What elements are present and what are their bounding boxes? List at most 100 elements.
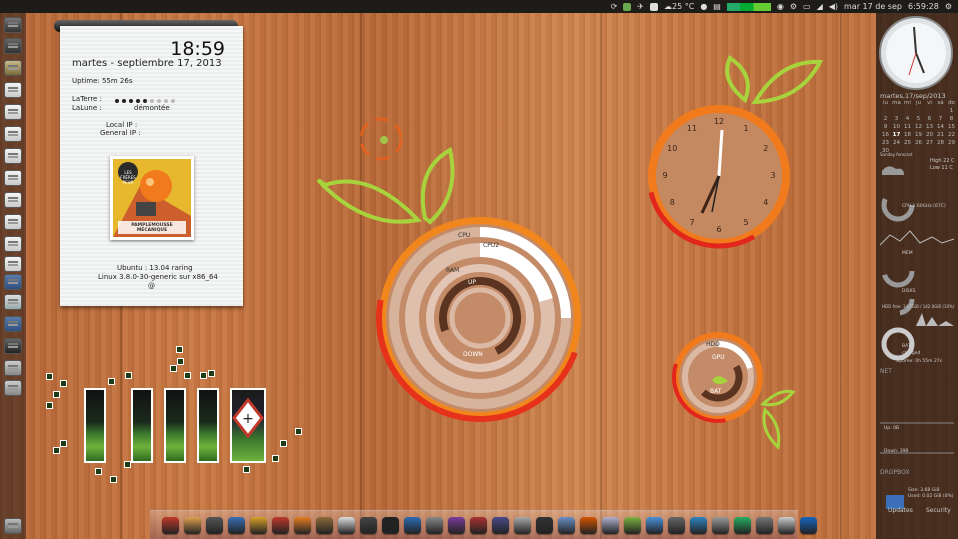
android-icon[interactable]	[624, 516, 641, 534]
dropbox-size: Size: 3.68 GiB	[908, 488, 940, 493]
cpu-gauge-label: CPU	[458, 232, 471, 239]
calendar-day[interactable]: 9	[880, 124, 891, 130]
analog-clock-orange	[646, 55, 824, 249]
sidebar-uptime: Uptime: 0h 55m 27s	[896, 359, 943, 364]
svg-text:+: +	[242, 411, 254, 427]
calendar-day[interactable]: 23	[880, 140, 891, 146]
monitor-icon[interactable]	[206, 516, 223, 534]
calendar-day[interactable]: 18	[902, 132, 913, 138]
firefox-icon[interactable]	[294, 516, 311, 534]
calendar-day[interactable]: 7	[935, 116, 946, 122]
calendar-day[interactable]: 5	[913, 116, 924, 122]
sidebar-date: martes,17/sep/2013	[880, 92, 946, 100]
game-icon[interactable]	[514, 516, 531, 534]
hdd-gauge-label: HDD	[706, 341, 720, 348]
down-gauge-label: DOWN	[463, 351, 483, 358]
system-gauge	[316, 146, 584, 422]
folder-icon[interactable]	[580, 516, 597, 534]
calendar-day[interactable]: 2	[880, 116, 891, 122]
gear-icon[interactable]	[756, 516, 773, 534]
alien-icon[interactable]	[470, 516, 487, 534]
calendar-day[interactable]: 17	[891, 132, 902, 138]
cpu-stat: CPU 1.60GHz [67C]	[902, 204, 946, 209]
hdd-free: HDD free: 14.7GiB / 142.0GiB (10%)	[882, 304, 955, 309]
cloud-icon[interactable]	[338, 516, 355, 534]
photo-strip	[131, 388, 153, 463]
system-sidebar: martes,17/sep/2013 lu ma mi ju vi sá do 1 2 3 4 5 6 7…	[876, 13, 958, 539]
box-icon[interactable]	[228, 516, 245, 534]
calendar-day[interactable]: 26	[913, 140, 924, 146]
hardware-icon[interactable]	[492, 516, 509, 534]
paint-icon[interactable]	[602, 516, 619, 534]
calendar-day[interactable]: 12	[913, 124, 924, 130]
calendar-day[interactable]: 10	[891, 124, 902, 130]
clock-numeral: 7	[689, 217, 695, 227]
opera-icon[interactable]	[272, 516, 289, 534]
network-icon[interactable]	[712, 516, 729, 534]
calendar-weekday: ma	[892, 100, 901, 106]
plugin-icon[interactable]	[250, 516, 267, 534]
webcam-icon[interactable]	[536, 516, 553, 534]
power-icon[interactable]	[800, 516, 817, 534]
bat-stat: BAT	[902, 344, 911, 349]
calendar-day[interactable]: 11	[902, 124, 913, 130]
net-up: Up: 0B	[884, 426, 900, 431]
screen-icon[interactable]	[690, 516, 707, 534]
calendar-day[interactable]: 20	[924, 132, 935, 138]
calendar-day[interactable]: 27	[924, 140, 935, 146]
grid-icon[interactable]	[184, 516, 201, 534]
calendar-day[interactable]: 1	[946, 108, 957, 114]
bottle-icon[interactable]	[426, 516, 443, 534]
pidgin-icon[interactable]	[448, 516, 465, 534]
clock-numeral: 8	[669, 198, 675, 207]
clock-numeral: 4	[763, 198, 769, 207]
calendar-day[interactable]: 13	[924, 124, 935, 130]
security-label: Security	[926, 507, 951, 514]
clock-numeral: 9	[662, 171, 668, 180]
calendar-day[interactable]: 24	[891, 140, 902, 146]
disc-icon[interactable]	[778, 516, 795, 534]
calendar-day[interactable]: 15	[946, 124, 957, 130]
road-sign-icon: +	[232, 397, 264, 439]
calendar-day[interactable]: 25	[902, 140, 913, 146]
calendar-day[interactable]: 4	[902, 116, 913, 122]
app-icon[interactable]	[162, 516, 179, 534]
bat-state: charged	[902, 351, 921, 356]
calendar-weekday: lu	[882, 100, 888, 106]
search-icon[interactable]	[646, 516, 663, 534]
calendar-day[interactable]: 6	[924, 116, 935, 122]
hdd-gauge	[672, 331, 796, 450]
calendar-day[interactable]: 21	[935, 132, 946, 138]
net-title: NET	[880, 368, 892, 375]
terminal-icon[interactable]	[382, 516, 399, 534]
swirl-icon[interactable]	[404, 516, 421, 534]
calendar-day[interactable]: 14	[935, 124, 946, 130]
mini-orange-widget	[359, 117, 403, 161]
calendar-weekday: mi	[904, 100, 911, 106]
photo-strip: +	[230, 388, 266, 463]
calendar-weekday: ju	[915, 100, 921, 106]
calendar-day[interactable]: 16	[880, 132, 891, 138]
chat-icon[interactable]	[360, 516, 377, 534]
mem-stat: MEM	[902, 251, 913, 256]
calendar-day[interactable]: 19	[913, 132, 924, 138]
weather-high: High 22 C	[930, 158, 955, 164]
disks-stat: DISKS	[902, 289, 916, 294]
calendar-day[interactable]: 22	[946, 132, 957, 138]
calendar-day[interactable]: 3	[891, 116, 902, 122]
calendar-day[interactable]: 8	[946, 116, 957, 122]
film-icon[interactable]	[668, 516, 685, 534]
weather-title: Sunday forecast	[880, 152, 913, 157]
star-icon[interactable]	[734, 516, 751, 534]
editor-icon[interactable]	[316, 516, 333, 534]
up-gauge-label: UP	[468, 279, 477, 286]
net-down: Down: 39B	[884, 449, 909, 454]
clock-numeral: 1	[743, 124, 749, 134]
calendar-weekday: do	[948, 100, 955, 106]
settings-icon[interactable]	[558, 516, 575, 534]
photo-strip	[84, 388, 106, 463]
calendar-day[interactable]: 29	[946, 140, 957, 146]
cpu2-gauge-label: CPU2	[483, 242, 500, 249]
calendar-day[interactable]: 28	[935, 140, 946, 146]
clock-numeral: 2	[763, 144, 769, 153]
